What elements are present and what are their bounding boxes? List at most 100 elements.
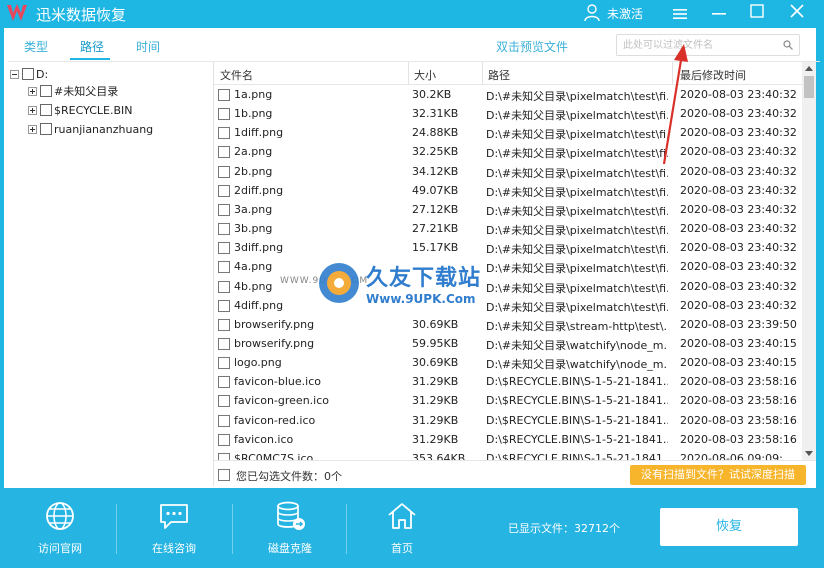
deep-scan-button[interactable]: 没有扫描到文件？试试深度扫描 <box>630 465 806 485</box>
disk-clone-button[interactable]: 磁盘克隆 <box>232 488 348 568</box>
file-name: favicon-red.ico <box>234 413 316 427</box>
row-checkbox[interactable] <box>218 318 230 331</box>
tree-node-unknown-parent[interactable]: #未知父目录 <box>28 83 118 99</box>
tree-node-root[interactable]: D: <box>10 66 48 82</box>
row-checkbox[interactable] <box>218 452 230 460</box>
search-icon[interactable] <box>783 40 793 50</box>
table-row[interactable]: 3diff.png 15.17KB D:\#未知父目录\pixelmatch\tes… <box>214 239 802 258</box>
table-row[interactable]: logo.png 30.69KB D:\#未知父目录\watchify\node_m… <box>214 354 802 373</box>
table-row[interactable]: favicon-green.ico 31.29KB D:\$RECYCLE.BIN\… <box>214 392 802 411</box>
column-divider <box>408 62 409 85</box>
file-path: D:\#未知父目录\pixelmatch\test\fi... <box>486 300 668 314</box>
table-row[interactable]: browserify.png 30.69KB D:\#未知父目录\stream-ht… <box>214 316 802 335</box>
collapse-icon[interactable] <box>10 69 19 79</box>
row-checkbox[interactable] <box>218 223 230 236</box>
visit-website-button[interactable]: 访问官网 <box>2 488 118 568</box>
tree-node-ruanjiananzhuang[interactable]: ruanjiananzhuang <box>28 121 153 137</box>
expand-icon[interactable] <box>28 124 37 134</box>
tree-checkbox[interactable] <box>22 68 34 80</box>
file-path: D:\#未知父目录\watchify\node_m... <box>486 358 668 372</box>
file-size: 30.2KB <box>412 88 452 101</box>
table-row[interactable]: 1a.png 30.2KB D:\#未知父目录\pixelmatch\test\fi… <box>214 86 802 105</box>
file-modified-time: 2020-08-03 23:40:32 <box>680 279 797 293</box>
row-checkbox[interactable] <box>218 280 230 293</box>
file-modified-time: 2020-08-03 23:40:32 <box>680 164 797 178</box>
home-label: 首页 <box>391 542 413 555</box>
table-row[interactable]: 3b.png 27.21KB D:\#未知父目录\pixelmatch\test\f… <box>214 220 802 239</box>
row-checkbox[interactable] <box>218 127 230 140</box>
table-row[interactable]: favicon-blue.ico 31.29KB D:\$RECYCLE.BIN\S… <box>214 373 802 392</box>
file-path: D:\#未知父目录\pixelmatch\test\fi... <box>486 166 668 180</box>
user-icon[interactable] <box>584 4 600 22</box>
row-checkbox[interactable] <box>218 357 230 370</box>
file-size: 27.21KB <box>412 222 459 236</box>
row-checkbox[interactable] <box>218 184 230 197</box>
select-all-checkbox[interactable] <box>218 469 230 481</box>
table-row[interactable]: favicon-red.ico 31.29KB D:\$RECYCLE.BIN\S-… <box>214 412 802 431</box>
row-checkbox[interactable] <box>218 337 230 350</box>
table-row[interactable]: 4diff.png D:\#未知父目录\pixelmatch\test\fi...… <box>214 297 802 316</box>
recover-button[interactable]: 恢复 <box>660 508 798 546</box>
row-checkbox[interactable] <box>218 89 230 101</box>
scroll-down-icon[interactable] <box>805 451 813 456</box>
tree-checkbox[interactable] <box>40 104 52 116</box>
menu-icon[interactable] <box>673 8 687 20</box>
vertical-scrollbar[interactable] <box>802 62 816 460</box>
row-checkbox[interactable] <box>218 261 230 274</box>
row-checkbox[interactable] <box>218 203 230 216</box>
scrollbar-thumb[interactable] <box>804 76 814 98</box>
row-checkbox[interactable] <box>218 376 230 389</box>
table-row[interactable]: 3a.png 27.12KB D:\#未知父目录\pixelmatch\test\f… <box>214 201 802 220</box>
file-modified-time: 2020-08-03 23:58:16 <box>680 375 797 389</box>
activation-status[interactable]: 未激活 <box>607 5 643 22</box>
row-checkbox[interactable] <box>218 433 230 446</box>
online-consult-button[interactable]: 在线咨询 <box>116 488 232 568</box>
table-row[interactable]: 2a.png 32.25KB D:\#未知父目录\pixelmatch\test\f… <box>214 143 802 162</box>
file-name: browserify.png <box>234 336 315 350</box>
row-checkbox[interactable] <box>218 165 230 178</box>
row-checkbox[interactable] <box>218 146 230 159</box>
close-icon[interactable] <box>790 4 804 18</box>
file-size: 34.12KB <box>412 164 459 178</box>
table-row[interactable]: browserify.png 59.95KB D:\#未知父目录\watchify\… <box>214 335 802 354</box>
scroll-up-icon[interactable] <box>805 66 813 71</box>
table-row[interactable]: $RC0MC7S.ico 353.64KB D:\$RECYCLE.BIN\S-1-… <box>214 450 802 460</box>
tab-type[interactable]: 类型 <box>24 38 48 55</box>
row-checkbox[interactable] <box>218 242 230 255</box>
row-checkbox[interactable] <box>218 414 230 427</box>
tree-checkbox[interactable] <box>40 85 52 97</box>
minimize-icon[interactable] <box>712 8 726 20</box>
table-row[interactable]: 4a.png D:\#未知父目录\pixelmatch\test\fi... 202… <box>214 258 802 277</box>
tab-time[interactable]: 时间 <box>136 38 160 55</box>
disk-clone-label: 磁盘克隆 <box>268 542 312 555</box>
column-header-size[interactable]: 大小 <box>414 67 436 83</box>
home-icon <box>388 503 416 529</box>
file-modified-time: 2020-08-06 09:09:... <box>680 451 794 460</box>
file-modified-time: 2020-08-03 23:40:32 <box>680 126 797 140</box>
row-checkbox[interactable] <box>218 108 230 121</box>
table-row[interactable]: 2b.png 34.12KB D:\#未知父目录\pixelmatch\test\f… <box>214 163 802 182</box>
home-button[interactable]: 首页 <box>344 488 460 568</box>
annotation-arrow-icon <box>662 44 688 165</box>
tree-checkbox[interactable] <box>40 123 52 135</box>
tree-node-recycle-bin[interactable]: $RECYCLE.BIN <box>28 102 132 118</box>
expand-icon[interactable] <box>28 105 37 115</box>
table-row[interactable]: 1b.png 32.31KB D:\#未知父目录\pixelmatch\test\f… <box>214 105 802 124</box>
table-row[interactable]: 1diff.png 24.88KB D:\#未知父目录\pixelmatch\tes… <box>214 124 802 143</box>
column-header-path[interactable]: 路径 <box>488 67 510 83</box>
app-logo-icon <box>7 4 27 21</box>
tab-path[interactable]: 路径 <box>80 38 104 55</box>
table-row[interactable]: favicon.ico 31.29KB D:\$RECYCLE.BIN\S-1-5-… <box>214 431 802 450</box>
file-modified-time: 2020-08-03 23:40:32 <box>680 145 797 159</box>
maximize-icon[interactable] <box>750 4 764 18</box>
row-checkbox[interactable] <box>218 395 230 408</box>
column-divider <box>482 62 483 85</box>
table-row[interactable]: 2diff.png 49.07KB D:\#未知父目录\pixelmatch\tes… <box>214 182 802 201</box>
expand-icon[interactable] <box>28 86 37 96</box>
file-path: D:\#未知父目录\pixelmatch\test\fi... <box>486 147 668 161</box>
column-header-name[interactable]: 文件名 <box>220 67 253 83</box>
file-size: 31.29KB <box>412 394 459 408</box>
watermark-title: 久友下载站 <box>366 266 482 291</box>
row-checkbox[interactable] <box>218 299 230 312</box>
filter-box[interactable] <box>616 34 800 56</box>
